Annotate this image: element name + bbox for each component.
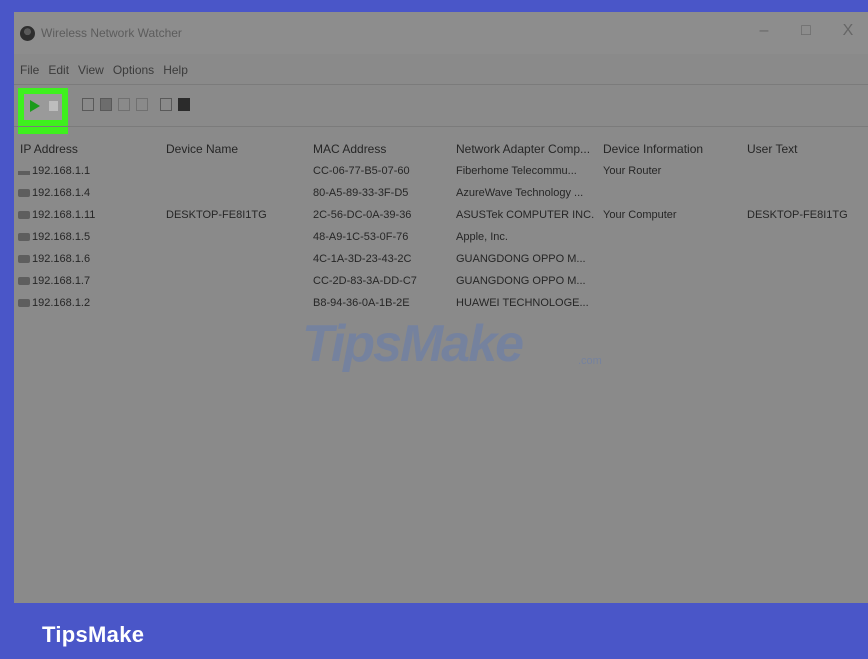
device-icon bbox=[18, 233, 30, 242]
menu-separator bbox=[14, 84, 868, 85]
mac-address-cell: 2C-56-DC-0A-39-36 bbox=[313, 209, 412, 221]
column-user-text[interactable]: User Text bbox=[747, 142, 797, 156]
mac-address-cell: 80-A5-89-33-3F-D5 bbox=[313, 187, 409, 199]
device-information-cell: Your Router bbox=[603, 165, 662, 177]
column-device-information[interactable]: Device Information bbox=[603, 142, 703, 156]
router-icon bbox=[18, 167, 30, 176]
table-row[interactable]: 192.168.1.2 B8-94-36-0A-1B-2E HUAWEI TEC… bbox=[14, 294, 868, 314]
column-ip-address[interactable]: IP Address bbox=[20, 142, 78, 156]
table-row[interactable]: 192.168.1.6 4C-1A-3D-23-43-2C GUANGDONG … bbox=[14, 250, 868, 270]
adapter-company-cell: Apple, Inc. bbox=[456, 231, 508, 243]
user-text-cell: DESKTOP-FE8I1TG bbox=[747, 209, 848, 221]
device-icon bbox=[18, 255, 30, 264]
play-icon[interactable] bbox=[30, 100, 40, 112]
ip-address: 192.168.1.11 bbox=[32, 209, 96, 221]
toolbar-separator bbox=[14, 126, 868, 127]
window-title: Wireless Network Watcher bbox=[41, 26, 182, 40]
mac-address-cell: B8-94-36-0A-1B-2E bbox=[313, 297, 410, 309]
save-icon[interactable] bbox=[100, 98, 112, 111]
exit-icon[interactable] bbox=[178, 98, 190, 111]
adapter-company-cell: GUANGDONG OPPO M... bbox=[456, 253, 586, 265]
stop-icon[interactable] bbox=[49, 101, 58, 111]
adapter-company-cell: Fiberhome Telecommu... bbox=[456, 165, 577, 177]
menu-help[interactable]: Help bbox=[163, 63, 188, 77]
watermark-domain: .com bbox=[578, 355, 602, 367]
column-network-adapter-company[interactable]: Network Adapter Comp... bbox=[456, 142, 590, 156]
table-row[interactable]: 192.168.1.11 DESKTOP-FE8I1TG 2C-56-DC-0A… bbox=[14, 206, 868, 226]
ip-address: 192.168.1.4 bbox=[32, 187, 91, 199]
minimize-button[interactable]: – bbox=[754, 22, 774, 40]
list-header: IP Address Device Name MAC Address Netwo… bbox=[14, 138, 868, 160]
watermark-logo: TipsMake bbox=[302, 315, 524, 373]
mac-address-cell: CC-06-77-B5-07-60 bbox=[313, 165, 410, 177]
table-row[interactable]: 192.168.1.1 CC-06-77-B5-07-60 Fiberhome … bbox=[14, 162, 868, 182]
export-icon[interactable] bbox=[136, 98, 148, 111]
menu-file[interactable]: File bbox=[20, 63, 39, 77]
table-row[interactable]: 192.168.1.4 80-A5-89-33-3F-D5 AzureWave … bbox=[14, 184, 868, 204]
ip-cell: 192.168.1.11 bbox=[18, 209, 95, 221]
properties-icon[interactable] bbox=[82, 98, 94, 111]
column-device-name[interactable]: Device Name bbox=[166, 142, 238, 156]
ip-address: 192.168.1.2 bbox=[32, 297, 91, 309]
ip-cell: 192.168.1.5 bbox=[18, 231, 90, 243]
mac-address-cell: 48-A9-1C-53-0F-76 bbox=[313, 231, 409, 243]
adapter-company-cell: AzureWave Technology ... bbox=[456, 187, 584, 199]
window-controls: – □ X bbox=[754, 22, 868, 40]
app-icon bbox=[20, 25, 35, 41]
adapter-company-cell: ASUSTek COMPUTER INC. bbox=[456, 209, 595, 221]
close-button[interactable]: X bbox=[838, 22, 858, 40]
find-icon[interactable] bbox=[160, 98, 172, 111]
ip-address: 192.168.1.7 bbox=[32, 275, 91, 287]
ip-address: 192.168.1.6 bbox=[32, 253, 91, 265]
ip-cell: 192.168.1.2 bbox=[18, 297, 90, 309]
start-button-highlight bbox=[18, 88, 68, 134]
menu-options[interactable]: Options bbox=[113, 63, 154, 77]
app-window: Wireless Network Watcher – □ X File Edit… bbox=[14, 12, 868, 603]
device-icon bbox=[18, 277, 30, 286]
maximize-button[interactable]: □ bbox=[796, 22, 816, 40]
ip-address: 192.168.1.1 bbox=[32, 165, 91, 177]
ip-cell: 192.168.1.7 bbox=[18, 275, 90, 287]
mac-address-cell: 4C-1A-3D-23-43-2C bbox=[313, 253, 412, 265]
device-icon bbox=[18, 189, 30, 198]
ip-address: 192.168.1.5 bbox=[32, 231, 91, 243]
menu-view[interactable]: View bbox=[78, 63, 104, 77]
table-row[interactable]: 192.168.1.7 CC-2D-83-3A-DD-C7 GUANGDONG … bbox=[14, 272, 868, 292]
ip-cell: 192.168.1.1 bbox=[18, 165, 90, 177]
title-bar: Wireless Network Watcher – □ X bbox=[14, 12, 868, 54]
adapter-company-cell: GUANGDONG OPPO M... bbox=[456, 275, 586, 287]
device-icon bbox=[18, 299, 30, 308]
copy-icon[interactable] bbox=[118, 98, 130, 111]
table-row[interactable]: 192.168.1.5 48-A9-1C-53-0F-76 Apple, Inc… bbox=[14, 228, 868, 248]
mac-address-cell: CC-2D-83-3A-DD-C7 bbox=[313, 275, 417, 287]
column-mac-address[interactable]: MAC Address bbox=[313, 142, 386, 156]
ip-cell: 192.168.1.6 bbox=[18, 253, 90, 265]
menu-edit[interactable]: Edit bbox=[48, 63, 69, 77]
device-name-cell: DESKTOP-FE8I1TG bbox=[166, 209, 267, 221]
ip-cell: 192.168.1.4 bbox=[18, 187, 90, 199]
menu-bar: File Edit View Options Help bbox=[14, 56, 868, 84]
brand-label: TipsMake bbox=[42, 622, 145, 647]
device-icon bbox=[18, 211, 30, 220]
device-information-cell: Your Computer bbox=[603, 209, 677, 221]
adapter-company-cell: HUAWEI TECHNOLOGE... bbox=[456, 297, 589, 309]
